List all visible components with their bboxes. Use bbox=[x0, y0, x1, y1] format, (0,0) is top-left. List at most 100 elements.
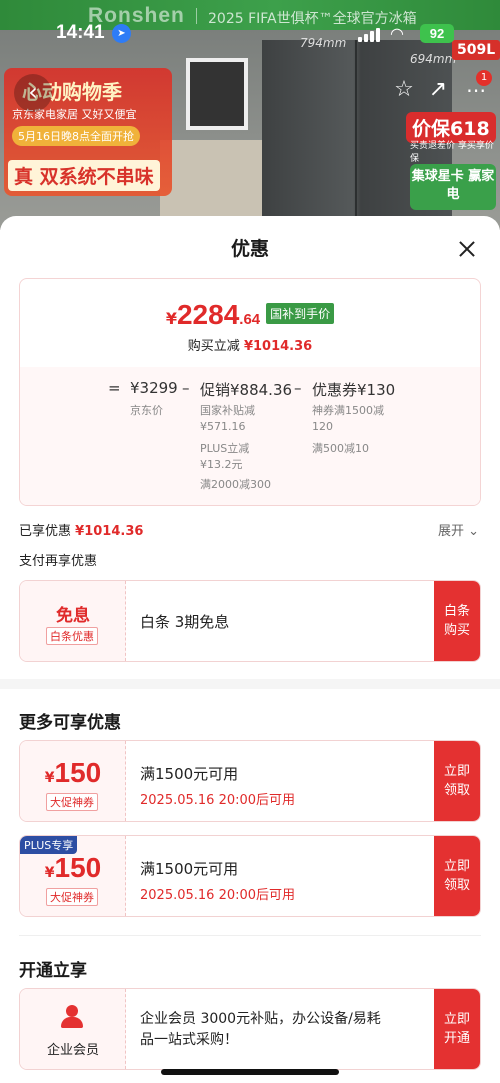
price-protect-sub: 买贵退差价 享买享价保 bbox=[410, 141, 494, 164]
calc-coupon: 优惠券¥130 bbox=[312, 381, 396, 399]
capacity-badge: 509L bbox=[452, 40, 500, 60]
claim-coupon-button[interactable]: 立即 领取 bbox=[434, 741, 480, 821]
open-membership-button[interactable]: 立即 开通 bbox=[434, 989, 480, 1069]
chevron-down-icon: ⌄ bbox=[468, 524, 480, 539]
banner-separator bbox=[196, 8, 197, 24]
calc-equals: = bbox=[108, 379, 121, 397]
home-indicator[interactable] bbox=[161, 1069, 339, 1075]
coupon-value: 150 bbox=[54, 852, 102, 883]
share-icon[interactable]: ↗ bbox=[422, 74, 454, 106]
instant-discount-value: ¥1014.36 bbox=[243, 339, 313, 354]
fridge-door-gap bbox=[355, 40, 357, 230]
interest-free-desc: 白条 3期免息 bbox=[140, 613, 230, 631]
interest-free-left: 免息 白条优惠 bbox=[20, 581, 126, 661]
price-breakdown: = ¥3299 – 促销¥884.36 – 优惠券¥130 京东价 国家补贴减 … bbox=[20, 367, 480, 505]
more-offers-title: 更多可享优惠 bbox=[19, 713, 121, 733]
expand-toggle[interactable]: 展开 ⌄ bbox=[438, 520, 479, 539]
instant-discount-label: 购买立减 bbox=[187, 339, 240, 354]
coupon-value: 150 bbox=[54, 757, 102, 788]
coupon-type-badge: 大促神券 bbox=[46, 888, 98, 906]
open-membership-title: 开通立享 bbox=[19, 961, 87, 981]
coupon-type-badge: 大促神券 bbox=[46, 793, 98, 811]
promo-note: 满2000减300 bbox=[200, 478, 271, 491]
claim-coupon-button[interactable]: 立即 领取 bbox=[434, 836, 480, 916]
member-label: 企业会员 bbox=[46, 1043, 99, 1058]
enjoyed-value: ¥1014.36 bbox=[75, 524, 144, 539]
coupon-currency: ¥ bbox=[44, 865, 55, 881]
base-price-note: 京东价 bbox=[130, 404, 163, 417]
instant-discount: 购买立减 ¥1014.36 bbox=[20, 335, 480, 354]
gov-subsidy-tag: 国补到手价 bbox=[266, 303, 335, 324]
enjoyed-label: 已享优惠 bbox=[19, 524, 72, 539]
promo-date: 5月16日晚8点全面开抢 bbox=[12, 126, 140, 146]
wifi-icon: ◠ bbox=[390, 24, 404, 43]
price-integer: 2284 bbox=[176, 299, 240, 330]
promo-note: PLUS立减 bbox=[200, 442, 250, 455]
location-icon: ➤ bbox=[112, 24, 131, 43]
status-time: 14:41 bbox=[56, 22, 105, 43]
sheet-title: 优惠 bbox=[230, 238, 269, 260]
pay-discount-label: 支付再享优惠 bbox=[19, 554, 98, 569]
coupon-amount-area: PLUS专享 ¥150 大促神券 bbox=[20, 836, 126, 916]
calc-minus: – bbox=[182, 379, 190, 397]
price-decimal: .64 bbox=[239, 311, 261, 328]
button-label: 白条 bbox=[443, 604, 470, 619]
button-label: 立即 bbox=[443, 764, 470, 779]
member-desc-line: 品一站式采购！ bbox=[140, 1032, 238, 1048]
coupon-amount: ¥150 bbox=[20, 852, 126, 884]
calc-minus: – bbox=[294, 379, 302, 397]
interest-free-title: 免息 bbox=[56, 606, 90, 626]
interest-free-card: 免息 白条优惠 白条 3期免息 白条 购买 bbox=[19, 580, 481, 662]
member-desc: 企业会员 3000元补贴，办公设备/易耗 品一站式采购！ bbox=[140, 1009, 381, 1051]
star-card-badge: 集球星卡 赢家电 bbox=[410, 164, 496, 210]
close-icon[interactable] bbox=[450, 232, 484, 266]
coupon-note: 神券满1500减 bbox=[312, 404, 384, 417]
signal-icon bbox=[358, 26, 382, 42]
baitiao-buy-button[interactable]: 白条 购买 bbox=[434, 581, 480, 661]
member-left: 企业会员 bbox=[20, 989, 126, 1069]
price-currency: ¥ bbox=[165, 309, 177, 328]
price-summary-card: ¥2284.64 国补到手价 购买立减 ¥1014.36 = ¥3299 – 促销… bbox=[19, 278, 481, 506]
baitiao-badge: 白条优惠 bbox=[46, 627, 98, 645]
battery-icon: 92 bbox=[420, 24, 454, 43]
price-header: ¥2284.64 国补到手价 购买立减 ¥1014.36 bbox=[20, 279, 480, 367]
coupon-condition: 满1500元可用 bbox=[140, 860, 239, 878]
promo-feature-tag: 真 双系统不串味 bbox=[8, 160, 160, 191]
coupon-amount-area: ¥150 大促神券 bbox=[20, 741, 126, 821]
button-label: 领取 bbox=[443, 783, 470, 798]
coupon-currency: ¥ bbox=[44, 770, 55, 786]
user-icon bbox=[60, 1005, 84, 1029]
calc-promo: 促销¥884.36 bbox=[200, 381, 293, 399]
coupon-validity: 2025.05.16 20:00后可用 bbox=[140, 793, 296, 808]
promo-note: ¥13.2元 bbox=[200, 458, 243, 471]
coupon-amount: ¥150 bbox=[20, 757, 126, 789]
expand-label: 展开 bbox=[438, 524, 465, 539]
button-label: 开通 bbox=[443, 1031, 470, 1046]
button-label: 立即 bbox=[443, 859, 470, 874]
promo-note: ¥571.16 bbox=[200, 420, 246, 433]
coupon-note: 满500减10 bbox=[312, 442, 369, 455]
brand-slogan: 2025 FIFA世俱杯™全球官方冰箱 bbox=[208, 11, 417, 27]
coupon-card: PLUS专享 ¥150 大促神券 满1500元可用 2025.05.16 20:… bbox=[19, 835, 481, 917]
enjoyed-discount: 已享优惠 ¥1014.36 bbox=[19, 520, 143, 539]
back-icon[interactable]: ‹ bbox=[14, 74, 52, 112]
promo-note: 国家补贴减 bbox=[200, 404, 255, 417]
photo-frame bbox=[186, 58, 248, 130]
button-label: 购买 bbox=[443, 623, 470, 638]
section-divider bbox=[0, 679, 500, 689]
message-badge: 1 bbox=[476, 70, 492, 86]
coupon-card: ¥150 大促神券 满1500元可用 2025.05.16 20:00后可用 立… bbox=[19, 740, 481, 822]
button-label: 领取 bbox=[443, 878, 470, 893]
coupon-note: 120 bbox=[312, 420, 333, 433]
dimension-width: 794mm bbox=[300, 36, 347, 50]
final-price: ¥2284.64 国补到手价 bbox=[20, 299, 480, 331]
coupon-condition: 满1500元可用 bbox=[140, 765, 239, 783]
coupon-validity: 2025.05.16 20:00后可用 bbox=[140, 888, 296, 903]
dimension-depth: 694mm bbox=[410, 52, 457, 66]
member-desc-line: 企业会员 3000元补贴，办公设备/易耗 bbox=[140, 1011, 381, 1027]
calc-base-price: ¥3299 bbox=[130, 379, 178, 397]
enterprise-member-card: 企业会员 企业会员 3000元补贴，办公设备/易耗 品一站式采购！ 立即 开通 bbox=[19, 988, 481, 1070]
favorite-star-icon[interactable]: ☆ bbox=[388, 74, 420, 106]
divider bbox=[19, 935, 481, 936]
discount-sheet: 优惠 ¥2284.64 国补到手价 购买立减 ¥1014.36 = ¥3299 –… bbox=[0, 216, 500, 1083]
